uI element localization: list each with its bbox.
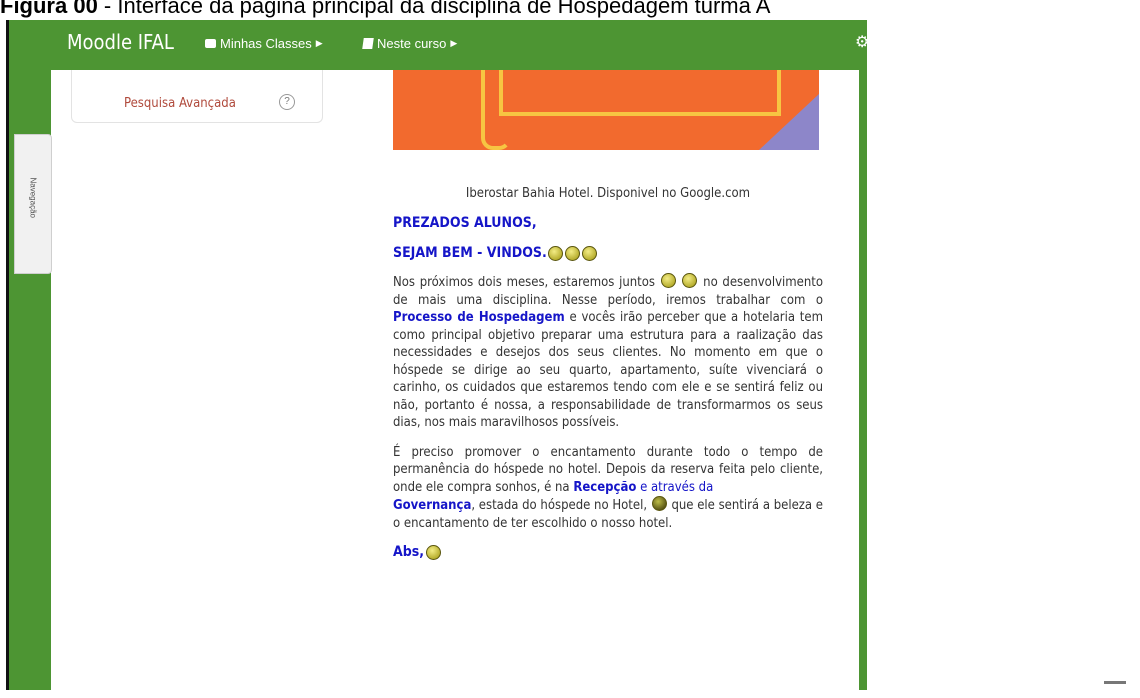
governanca-link[interactable]: Governança (393, 498, 471, 513)
course-banner-image (393, 70, 819, 150)
advanced-search-link[interactable]: Pesquisa Avançada (124, 96, 236, 111)
p1-text-c: e vocês irão perceber que a hotelaria te… (393, 310, 823, 430)
banner-frame-shape (499, 70, 781, 116)
nav-this-course-label: Neste curso (377, 36, 447, 51)
minimize-icon (1104, 681, 1126, 684)
book-icon (362, 38, 374, 49)
site-brand[interactable]: Moodle IFAL (67, 30, 174, 54)
top-navbar: Moodle IFAL Minhas Classes ▶ Neste curso… (9, 20, 864, 70)
main-content: Pesquisa Avançada ? Iberostar Bahia Hote… (51, 70, 859, 690)
navigation-tab-label: Navegação (28, 177, 38, 218)
smiley-icon (651, 496, 667, 511)
caret-right-icon: ▶ (315, 38, 323, 48)
caret-right-icon: ▶ (450, 38, 458, 48)
nav-my-classes[interactable]: Minhas Classes ▶ (205, 36, 323, 51)
welcome-heading: SEJAM BEM - VINDOS. (393, 245, 823, 261)
paragraph-intro: Nos próximos dois meses, estaremos junto… (393, 273, 823, 432)
nav-my-classes-label: Minhas Classes (220, 36, 312, 51)
smiley-icon (682, 273, 698, 288)
closing-text: Abs, (393, 544, 425, 560)
p1-text-a: Nos próximos dois meses, estaremos junto… (393, 275, 655, 290)
briefcase-icon (205, 39, 216, 48)
banner-corner-shape (759, 94, 819, 150)
image-credit: Iberostar Bahia Hotel. Disponivel no Goo… (465, 186, 751, 201)
welcome-text: SEJAM BEM - VINDOS. (393, 245, 547, 261)
processo-hospedagem-link[interactable]: Processo de Hospedagem (393, 310, 565, 325)
smiley-icon (564, 245, 580, 261)
closing: Abs, (393, 544, 823, 560)
navigation-drawer-tab[interactable]: Navegação (14, 134, 52, 274)
smiley-icon (426, 544, 442, 560)
blank-area (867, 20, 1140, 690)
p2-text-c: , estada do hóspede no Hotel, (471, 498, 648, 513)
search-block: Pesquisa Avançada ? (71, 70, 323, 123)
greeting-heading: PREZADOS ALUNOS, (393, 215, 537, 231)
smiley-icon (660, 273, 676, 288)
course-summary: Iberostar Bahia Hotel. Disponivel no Goo… (393, 158, 823, 560)
paragraph-encantamento: É preciso promover o encantamento durant… (393, 444, 823, 533)
smiley-icon (547, 245, 563, 261)
help-icon[interactable]: ? (279, 94, 295, 110)
smiley-icon (581, 245, 597, 261)
banner-curve-shape (481, 70, 511, 150)
nav-this-course[interactable]: Neste curso ▶ (362, 36, 458, 51)
p2-text-b: e através da (640, 479, 714, 495)
figure-caption: Figura 00 - Interface da página principa… (0, 0, 1140, 18)
recepcao-link[interactable]: Recepção (573, 480, 636, 495)
browser-viewport: Moodle IFAL Minhas Classes ▶ Neste curso… (6, 20, 1140, 690)
figure-label: Figura 00 (0, 0, 98, 18)
figure-caption-text: - Interface da página principal da disci… (97, 0, 771, 18)
